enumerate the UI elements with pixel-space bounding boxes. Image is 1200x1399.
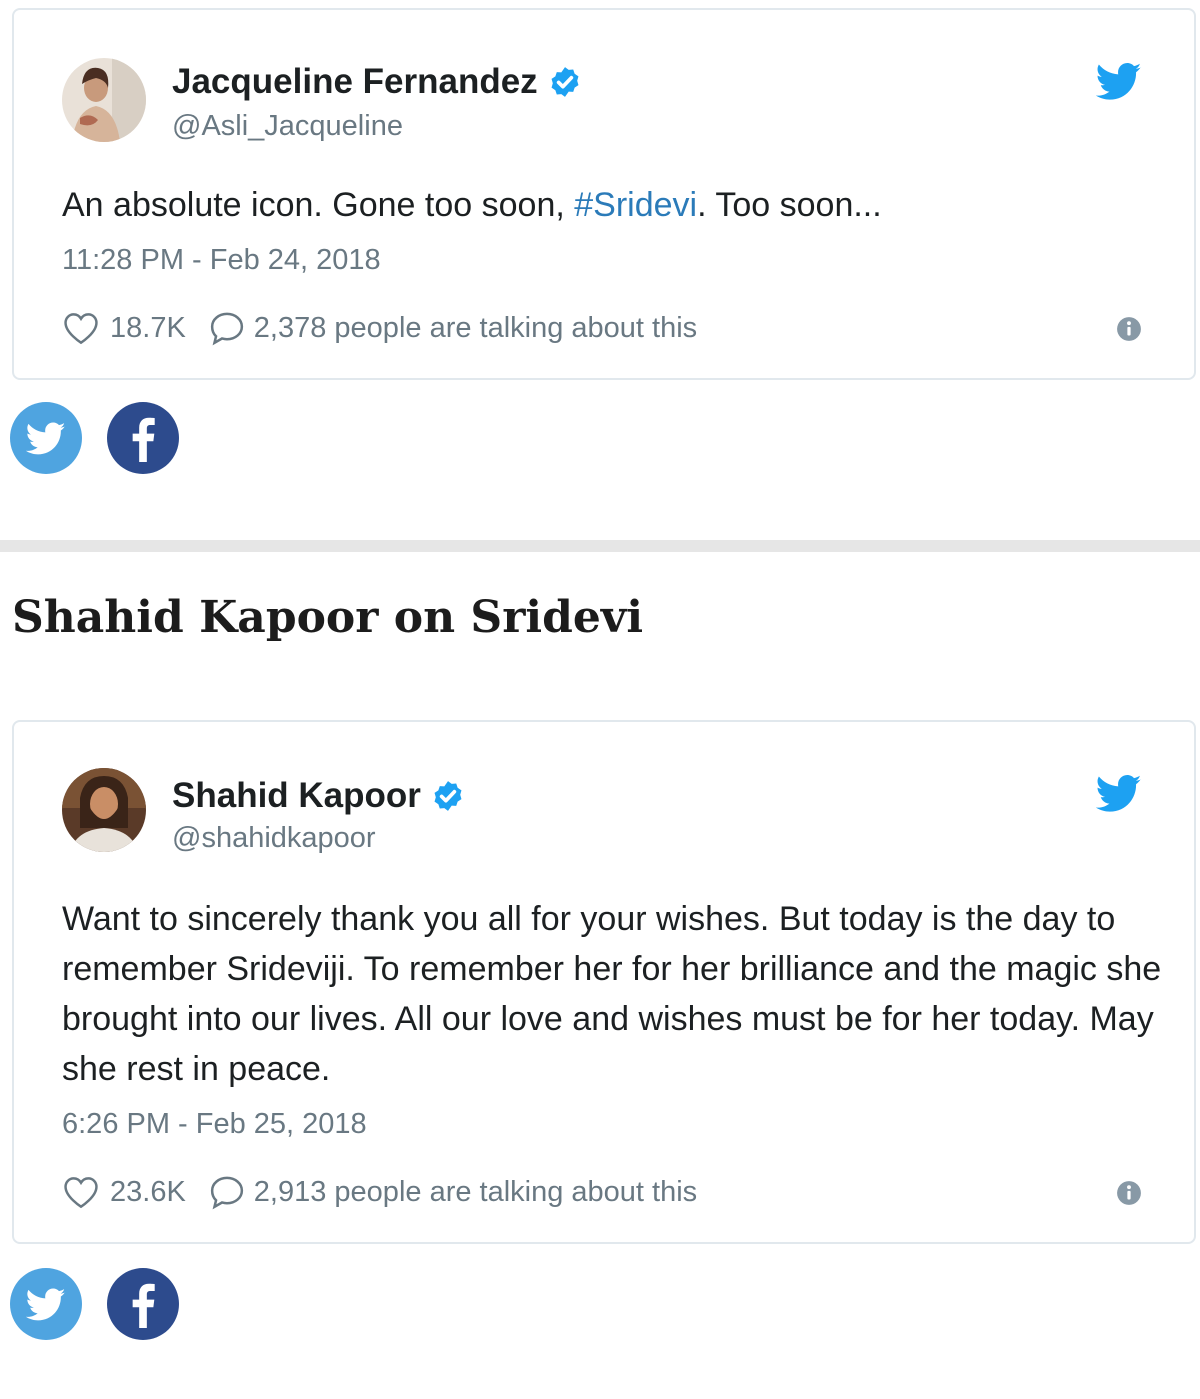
twitter-bird-icon	[26, 1288, 66, 1321]
section-heading: Shahid Kapoor on Sridevi	[12, 592, 644, 643]
talking-count[interactable]: 2,378 people are talking about this	[254, 312, 697, 345]
share-facebook-button[interactable]	[107, 1268, 179, 1340]
heart-icon[interactable]	[62, 1175, 100, 1209]
twitter-bird-icon	[26, 422, 66, 455]
tweet-card-shahid[interactable]: Shahid Kapoor @shahidkapoor Want to sinc…	[12, 720, 1196, 1244]
like-count[interactable]: 18.7K	[110, 312, 186, 345]
talking-count[interactable]: 2,913 people are talking about this	[254, 1176, 697, 1209]
tweet-timestamp[interactable]: 11:28 PM - Feb 24, 2018	[62, 244, 381, 277]
like-count[interactable]: 23.6K	[110, 1176, 186, 1209]
share-twitter-button[interactable]	[10, 402, 82, 474]
reply-bubble-icon[interactable]	[208, 310, 246, 346]
facebook-icon	[132, 417, 155, 462]
twitter-bird-icon[interactable]	[1096, 774, 1142, 814]
share-twitter-button[interactable]	[10, 1268, 82, 1340]
facebook-icon	[132, 1283, 155, 1328]
avatar[interactable]	[62, 768, 146, 852]
author-name[interactable]: Shahid Kapoor	[172, 776, 465, 816]
tweet-actions: 18.7K 2,378 people are talking about thi…	[62, 308, 697, 348]
verified-badge-icon	[551, 67, 579, 97]
avatar[interactable]	[62, 58, 146, 142]
share-facebook-button[interactable]	[107, 402, 179, 474]
verified-badge-icon	[434, 781, 462, 811]
author-name-text[interactable]: Jacqueline Fernandez	[172, 62, 538, 102]
hashtag-link[interactable]: #Sridevi	[574, 186, 697, 224]
tweet-timestamp[interactable]: 6:26 PM - Feb 25, 2018	[62, 1108, 367, 1141]
tweet-actions: 23.6K 2,913 people are talking about thi…	[62, 1172, 697, 1212]
author-handle[interactable]: @shahidkapoor	[172, 822, 376, 855]
info-icon[interactable]	[1116, 316, 1142, 342]
tweet-text: An absolute icon. Gone too soon, #Sridev…	[62, 186, 882, 224]
reply-bubble-icon[interactable]	[208, 1174, 246, 1210]
author-name-text[interactable]: Shahid Kapoor	[172, 776, 421, 816]
tweet-card-jacqueline[interactable]: Jacqueline Fernandez @Asli_Jacqueline An…	[12, 8, 1196, 380]
heart-icon[interactable]	[62, 311, 100, 345]
twitter-bird-icon[interactable]	[1096, 62, 1142, 102]
section-divider	[0, 540, 1200, 552]
tweet-text: Want to sincerely thank you all for your…	[62, 900, 1162, 1088]
author-name[interactable]: Jacqueline Fernandez	[172, 62, 582, 102]
info-icon[interactable]	[1116, 1180, 1142, 1206]
author-handle[interactable]: @Asli_Jacqueline	[172, 110, 403, 143]
